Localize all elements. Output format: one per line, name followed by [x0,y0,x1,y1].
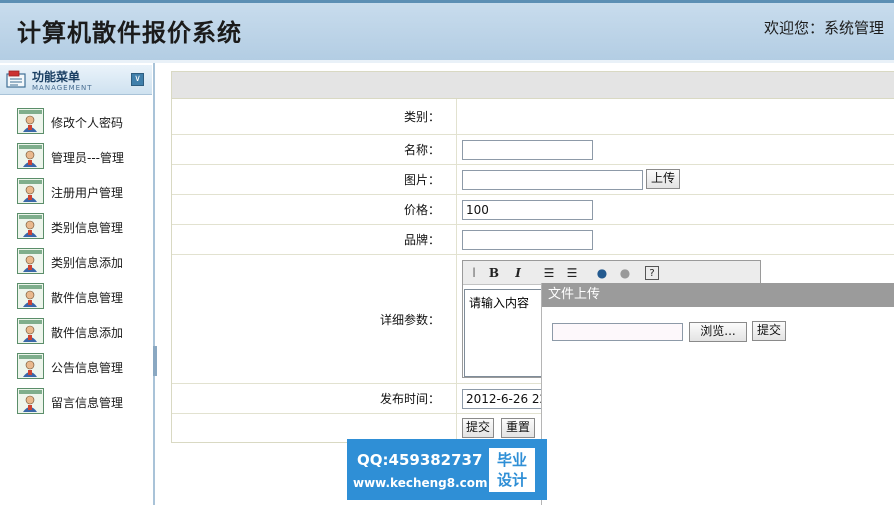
menu-subtitle: MANAGEMENT [32,84,93,92]
sidebar-menu-item-label: 类别信息添加 [51,256,124,270]
name-input[interactable] [462,140,593,160]
brand-input[interactable] [462,230,593,250]
unordered-list-icon[interactable]: ☰ [563,264,581,282]
sidebar-menu-item-label: 留言信息管理 [51,396,124,410]
image-label: 图片： [172,165,457,194]
publish-time-input[interactable]: 2012-6-26 22: [462,389,542,409]
watermark-qq: QQ:459382737 [357,451,483,469]
sidebar-menu-item-label: 管理员---管理 [51,151,124,165]
image-path-input[interactable] [462,170,643,190]
category-label: 类别： [172,99,457,134]
user-card-icon [17,353,44,379]
editor-toolbar: ┃ B I ☰ ☰ ● ● ? [463,261,760,285]
bold-icon[interactable]: B [485,264,503,282]
ordered-list-icon[interactable]: ☰ [540,264,558,282]
menu-icon [6,70,26,88]
watermark-url: www.kecheng8.com [353,476,488,490]
app-title: 计算机散件报价系统 [17,19,242,47]
italic-icon[interactable]: I [509,264,527,282]
sidebar-menu-item[interactable]: 公告信息管理 [17,353,152,381]
reset-button[interactable]: 重置 [501,418,535,438]
help-icon[interactable]: ? [645,266,659,280]
name-label: 名称： [172,135,457,164]
image-row: 图片： 上传 [172,165,894,195]
sidebar: 功能菜单 MANAGEMENT ∨ 修改个人密码 管理员---管理 注册用户管理 类别… [0,63,157,505]
sidebar-menu-item-label: 类别信息管理 [51,221,124,235]
watermark-badge: 毕业 设计 [489,448,535,492]
upload-button[interactable]: 上传 [646,169,680,189]
sidebar-menu-item-label: 注册用户管理 [51,186,124,200]
menu-title: 功能菜单 [32,70,81,84]
watermark-badge-line1: 毕业 [496,451,527,469]
file-path-input[interactable] [552,323,683,341]
user-card-icon [17,248,44,274]
watermark-badge-line2: 设计 [496,471,527,489]
sidebar-border [153,63,155,505]
sidebar-menu-item[interactable]: 注册用户管理 [17,178,152,206]
user-card-icon [17,318,44,344]
sidebar-menu-item[interactable]: 散件信息添加 [17,318,152,346]
user-card-icon [17,213,44,239]
publish-time-label: 发布时间： [172,384,457,413]
brand-row: 品牌： [172,225,894,255]
sidebar-menu-item-label: 散件信息管理 [51,291,124,305]
user-card-icon [17,388,44,414]
detail-label: 详细参数： [172,255,457,383]
form-header-bar [172,72,894,99]
category-row: 类别： [172,99,894,135]
sidebar-menu-item[interactable]: 类别信息管理 [17,213,152,241]
sidebar-menu-item[interactable]: 管理员---管理 [17,143,152,171]
dialog-submit-button[interactable]: 提交 [752,321,786,341]
welcome-text: 欢迎您：系统管理 [764,19,885,37]
submit-button[interactable]: 提交 [462,418,494,438]
user-card-icon [17,283,44,309]
price-row: 价格： 100 [172,195,894,225]
watermark-banner: QQ:459382737 www.kecheng8.com 毕业 设计 [347,439,547,500]
editor-content[interactable]: 请输入内容 [464,289,546,377]
browse-button[interactable]: 浏览... [689,322,747,342]
sidebar-menu-item[interactable]: 类别信息添加 [17,248,152,276]
user-card-icon [17,143,44,169]
sidebar-menu-item[interactable]: 留言信息管理 [17,388,152,416]
unlink-icon[interactable]: ● [616,264,634,282]
menu-header[interactable]: 功能菜单 MANAGEMENT ∨ [0,65,152,95]
toolbar-grip-icon: ┃ [471,268,477,277]
brand-label: 品牌： [172,225,457,254]
price-label: 价格： [172,195,457,224]
file-upload-dialog: 文件上传 浏览... 提交 [541,283,894,505]
sidebar-splitter[interactable] [153,346,157,376]
price-input[interactable]: 100 [462,200,593,220]
user-card-icon [17,178,44,204]
dialog-title[interactable]: 文件上传 [542,283,894,307]
link-icon[interactable]: ● [593,264,611,282]
sidebar-menu-item-label: 修改个人密码 [51,116,124,130]
sidebar-menu-item-label: 公告信息管理 [51,361,124,375]
name-row: 名称： [172,135,894,165]
sidebar-menu-item-label: 散件信息添加 [51,326,124,340]
user-card-icon [17,108,44,134]
sidebar-menu-item[interactable]: 散件信息管理 [17,283,152,311]
app-header: 计算机散件报价系统 欢迎您：系统管理 [0,0,894,60]
sidebar-menu-item[interactable]: 修改个人密码 [17,108,152,136]
chevron-down-icon[interactable]: ∨ [131,73,144,86]
